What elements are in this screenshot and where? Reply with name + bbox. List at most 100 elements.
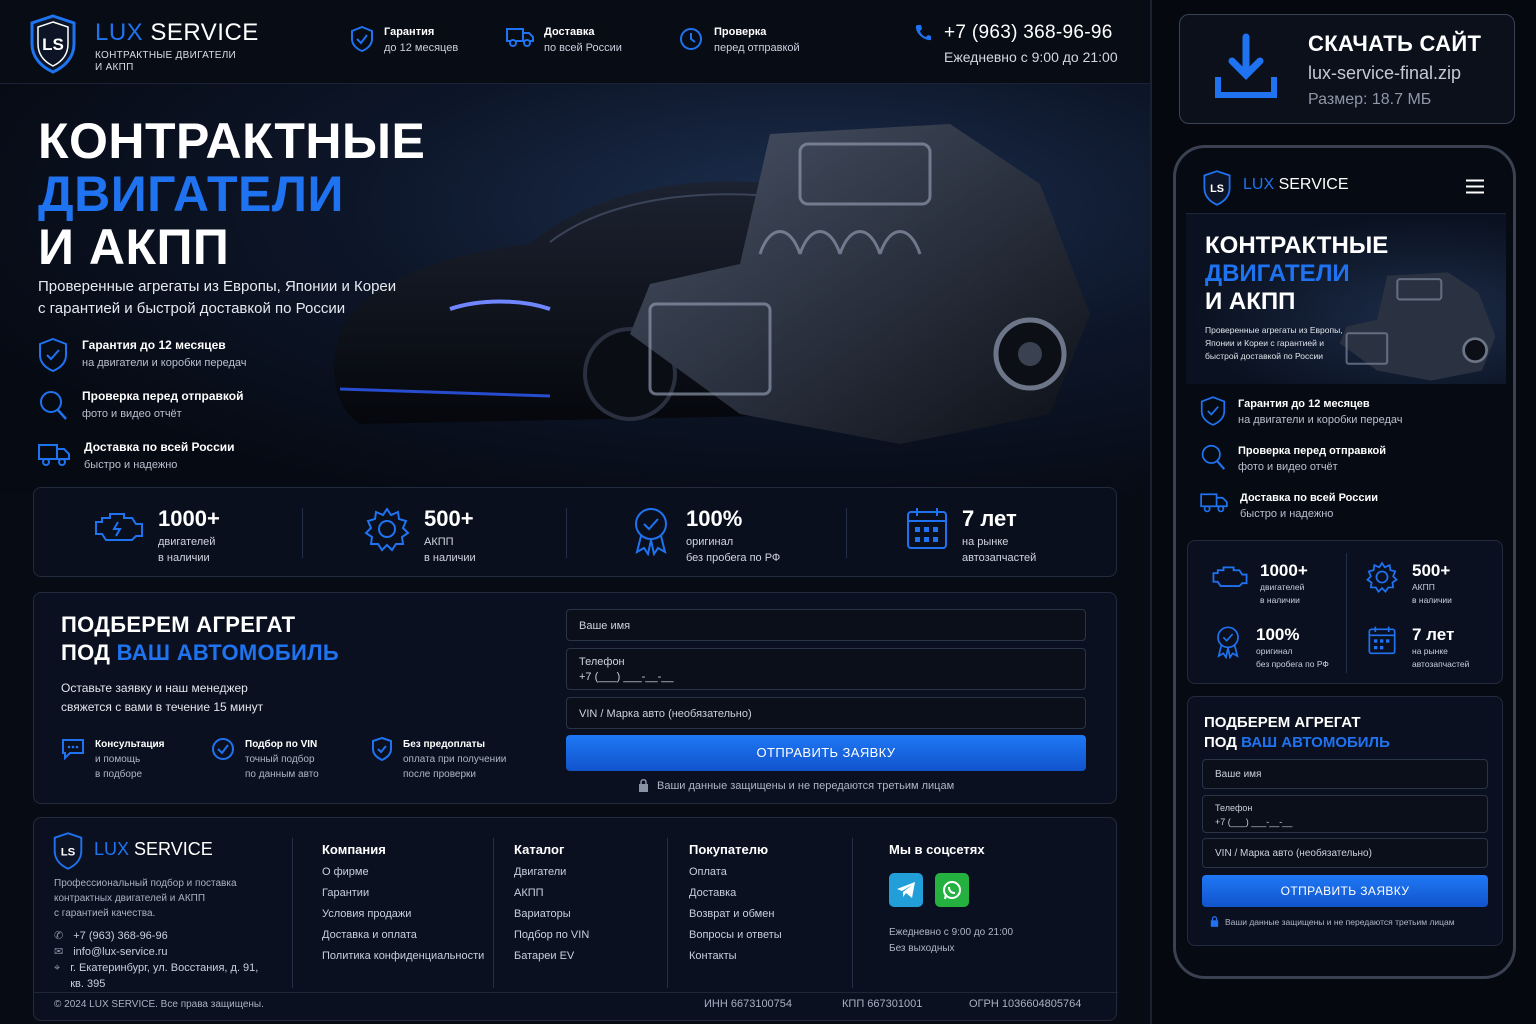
header-phone[interactable]: +7 (963) 368-96-96 (944, 22, 1113, 44)
download-title: СКАЧАТЬ САЙТ (1308, 31, 1482, 56)
footer-link[interactable]: Оплата (689, 866, 782, 878)
lock-icon (1210, 916, 1219, 927)
badge-icon (1217, 626, 1239, 659)
download-size: Размер: 18.7 МБ (1308, 91, 1432, 108)
hero-title: КОНТРАКТНЫЕ ДВИГАТЕЛИ И АКПП (38, 115, 425, 274)
stat-years: 7 лет на рынке автозапчастей (906, 506, 1036, 566)
divider (34, 992, 1118, 993)
footer-link[interactable]: Вариаторы (514, 908, 589, 920)
shield-icon (39, 338, 67, 372)
divider (846, 508, 847, 558)
whatsapp-icon[interactable] (935, 873, 969, 907)
stat-label: оригинал (1256, 646, 1293, 656)
header-feature-check: Проверка перед отправкой (678, 26, 800, 54)
privacy-text: Ваши данные защищены и не передаются тре… (657, 779, 955, 792)
mobile-stats: 1000+ двигателей в наличии 500+ АКПП в налич… (1187, 540, 1503, 684)
footer-link[interactable]: АКПП (514, 887, 589, 899)
feature-text: на двигатели и коробки передач (82, 357, 247, 369)
vin-input[interactable]: VIN / Марка авто (необязательно) (566, 697, 1086, 729)
footer-link[interactable]: Условия продажи (322, 908, 484, 920)
phone-input[interactable]: Телефон +7 (___) ___-__-__ (566, 648, 1086, 690)
mobile-hero-title: КОНТРАКТНЫЕ ДВИГАТЕЛИ И АКПП (1205, 232, 1388, 316)
footer-link[interactable]: Батареи EV (514, 950, 589, 962)
download-card[interactable]: СКАЧАТЬ САЙТ lux-service-final.zip Разме… (1179, 14, 1515, 124)
footer-logo-shield-icon[interactable]: LS (52, 832, 84, 870)
download-icon (1214, 33, 1278, 101)
perk-text: и помощь (95, 754, 141, 765)
engine-image (630, 124, 1090, 444)
footer-social: Мы в соцсетях Ежедневно с 9:00 до 21:00 … (889, 842, 1013, 957)
footer-link[interactable]: Политика конфиденциальности (322, 950, 484, 962)
divider (1150, 0, 1152, 1024)
footer-link[interactable]: Вопросы и ответы (689, 929, 782, 941)
mobile-preview: LS LUX SERVICE КОНТРАКТНЫЕ ДВИГАТЕЛИ И А… (1173, 145, 1516, 979)
feature-title: Проверка (714, 26, 767, 38)
stat-value: 7 лет (962, 506, 1017, 531)
submit-button[interactable]: ОТПРАВИТЬ ЗАЯВКУ (566, 735, 1086, 771)
stat-value: 100% (1256, 625, 1300, 644)
footer-email[interactable]: info@lux-service.ru (73, 944, 167, 960)
request-title: ПОДБЕРЕМ АГРЕГАТ ПОД ВАШ АВТОМОБИЛЬ (1204, 713, 1390, 753)
truck-icon (1200, 493, 1228, 513)
request-title-accent: ВАШ АВТОМОБИЛЬ (1241, 734, 1390, 751)
divider (302, 508, 303, 558)
footer-link[interactable]: Гарантии (322, 887, 484, 899)
menu-icon[interactable] (1465, 179, 1485, 194)
phone-input[interactable]: Телефон +7 (___) ___-__-__ (1202, 795, 1488, 833)
telegram-icon[interactable] (889, 873, 923, 907)
feature-text: фото и видео отчёт (1238, 461, 1338, 473)
gear-icon (364, 507, 410, 552)
footer-link[interactable]: О фирме (322, 866, 484, 878)
brand-name[interactable]: LUX SERVICE (95, 19, 259, 47)
logo-shield-icon[interactable]: LS (1202, 170, 1232, 206)
request-description: Оставьте заявку и наш менеджер свяжется … (61, 679, 263, 717)
ogrn: ОГРН 1036604805764 (969, 998, 1082, 1010)
feature-title: Доставка по всей России (84, 440, 235, 454)
footer-link[interactable]: Доставка и оплата (322, 929, 484, 941)
clock-icon (680, 28, 702, 50)
logo-shield-icon[interactable]: LS (28, 14, 78, 74)
footer-link[interactable]: Контакты (689, 950, 782, 962)
feature-text: на двигатели и коробки передач (1238, 414, 1403, 426)
footer-col-company: Компания О фирме Гарантии Условия продаж… (322, 842, 484, 962)
footer-link[interactable]: Подбор по VIN (514, 929, 589, 941)
calendar-icon (907, 508, 947, 549)
download-filename[interactable]: lux-service-final.zip (1308, 63, 1461, 84)
footer-link[interactable]: Возврат и обмен (689, 908, 782, 920)
stat-transmissions: 500+ АКПП в наличии (1366, 561, 1452, 607)
perk-text: после проверки (403, 769, 476, 780)
footer-col-title: Компания (322, 842, 386, 857)
engine-icon (95, 513, 143, 541)
inn: ИНН 6673100754 (704, 998, 793, 1010)
divider (566, 508, 567, 558)
stat-label: АКПП (1412, 582, 1435, 592)
footer-link[interactable]: Двигатели (514, 866, 589, 878)
submit-button[interactable]: ОТПРАВИТЬ ЗАЯВКУ (1202, 875, 1488, 907)
shield-check-icon (372, 737, 392, 761)
hero-title-line1: КОНТРАКТНЫЕ (38, 113, 426, 169)
request-title: ПОДБЕРЕМ АГРЕГАТ ПОД ВАШ АВТОМОБИЛЬ (61, 611, 339, 667)
phone-mask: +7 (___) ___-__-__ (579, 671, 674, 683)
perk-text: оплата при получении (403, 754, 507, 765)
address-line: кв. 395 (70, 978, 106, 990)
name-input[interactable]: Ваше имя (1202, 759, 1488, 789)
footer-col-title: Покупателю (689, 842, 769, 857)
about-line: с гарантией качества. (54, 908, 156, 919)
footer-link[interactable]: Доставка (689, 887, 782, 899)
shield-icon (351, 26, 373, 52)
vin-input[interactable]: VIN / Марка авто (необязательно) (1202, 838, 1488, 868)
stat-engines: 1000+ двигателей в наличии (1212, 561, 1308, 607)
perk-title: Без предоплаты (403, 739, 486, 750)
search-icon (40, 391, 67, 420)
hero-title-line3: И АКПП (38, 219, 230, 275)
footer-about: Профессиональный подбор и поставка контра… (54, 876, 237, 921)
divider (667, 838, 668, 988)
hero-subtitle-line1: Проверенные агрегаты из Европы, Японии и… (38, 278, 397, 295)
brand-lux: LUX (1243, 176, 1275, 193)
privacy-note: Ваши данные защищены и не передаются тре… (638, 779, 954, 792)
name-input[interactable]: Ваше имя (566, 609, 1086, 641)
footer-phone[interactable]: +7 (963) 368-96-96 (73, 928, 167, 944)
feature-text: фото и видео отчёт (82, 408, 182, 420)
gear-icon (1366, 561, 1398, 593)
hero-subtitle: Проверенные агрегаты из Европы, Японии и… (38, 276, 396, 320)
